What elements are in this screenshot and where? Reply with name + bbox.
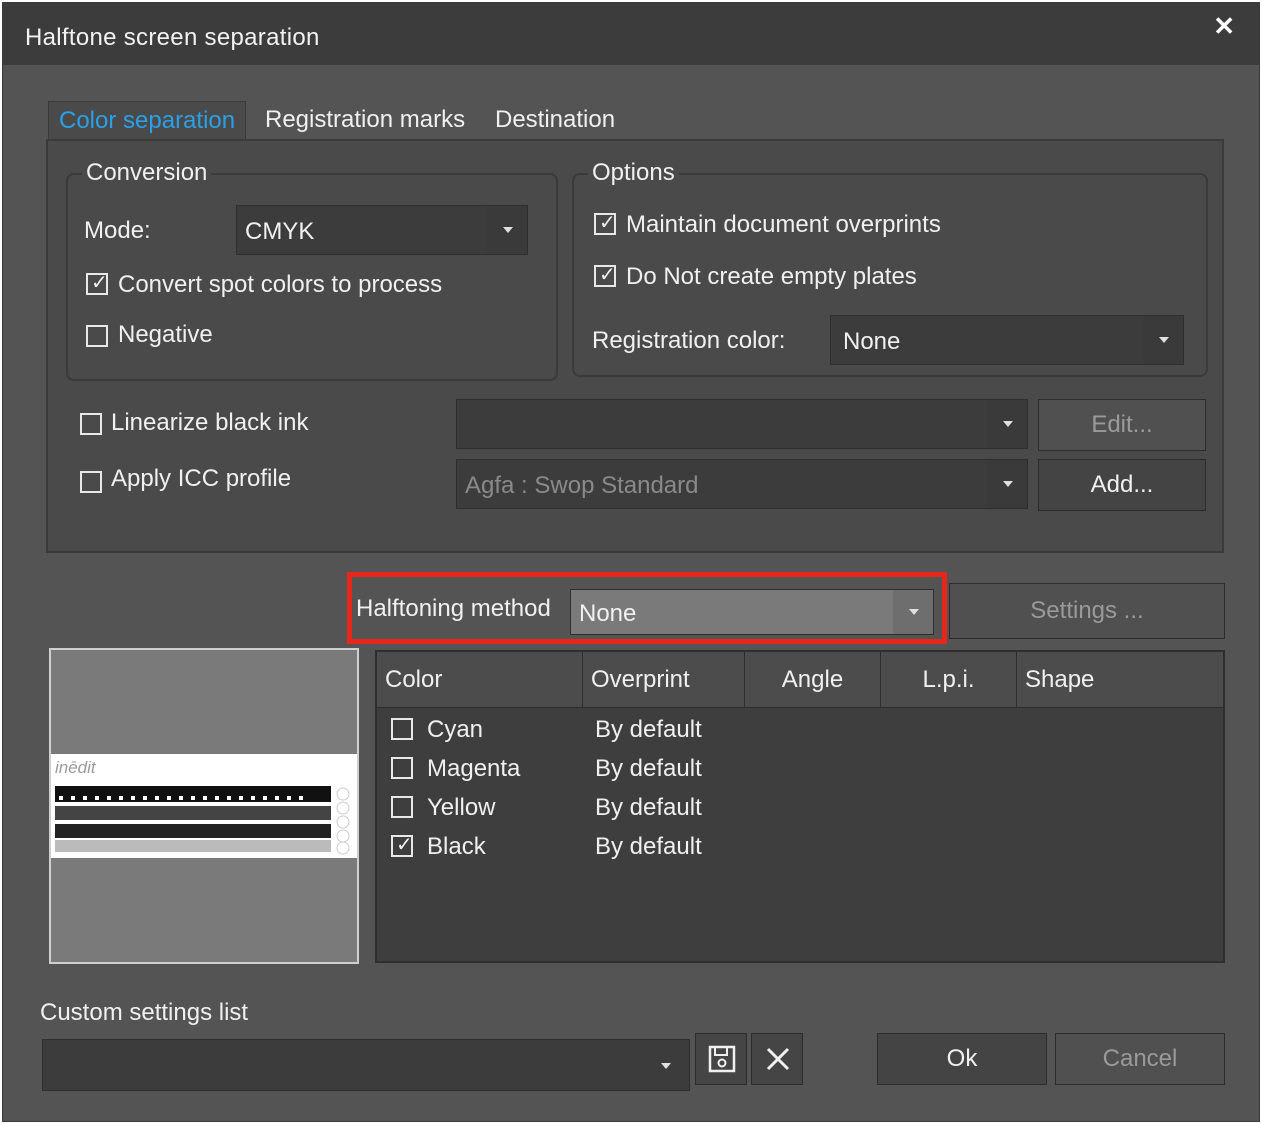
halftone-dialog: Halftone screen separation ✕ Color separ… [2, 2, 1260, 1122]
icc-label: Apply ICC profile [111, 465, 292, 492]
ok-button[interactable]: Ok [877, 1033, 1047, 1085]
registration-color-value: None [843, 328, 901, 355]
registration-color-select[interactable]: None [830, 315, 1184, 365]
plate-color-name: Yellow [427, 794, 496, 821]
checkmark-icon: ✓ [599, 212, 616, 234]
color-plates-table[interactable]: Color Overprint Angle L.p.i. Shape Cyan … [375, 650, 1225, 963]
maintain-overprints-label: Maintain document overprints [626, 211, 941, 238]
plate-overprint: By default [595, 716, 702, 743]
preview-strip: inēdit [51, 754, 357, 858]
custom-settings-select[interactable] [42, 1039, 690, 1091]
tab-color-separation[interactable]: Color separation [48, 101, 247, 141]
settings-button[interactable]: Settings ... [949, 583, 1225, 639]
checkmark-icon: ✓ [91, 272, 108, 294]
column-header-overprint[interactable]: Overprint [583, 652, 745, 708]
checkmark-icon: ✓ [599, 264, 616, 286]
cancel-button[interactable]: Cancel [1055, 1033, 1225, 1085]
custom-settings-label: Custom settings list [40, 999, 249, 1026]
column-header-color[interactable]: Color [377, 652, 583, 708]
linearize-checkbox[interactable] [80, 413, 102, 435]
mode-select[interactable]: CMYK [236, 205, 528, 255]
chevron-down-icon [893, 590, 933, 634]
plate-overprint: By default [595, 833, 702, 860]
linearize-label: Linearize black ink [111, 409, 309, 436]
separation-preview: inēdit [49, 648, 359, 964]
delete-settings-button[interactable] [751, 1033, 803, 1085]
plate-color-name: Cyan [427, 716, 484, 743]
add-button[interactable]: Add... [1038, 459, 1206, 511]
halftoning-method-value: None [579, 600, 637, 627]
plate-checkbox-cyan[interactable] [391, 718, 413, 740]
table-row[interactable]: Magenta By default [377, 751, 1223, 790]
icc-profile-select[interactable]: Agfa : Swop Standard [456, 459, 1028, 509]
chevron-down-icon [987, 400, 1027, 448]
title-bar: Halftone screen separation ✕ [3, 3, 1259, 65]
table-row[interactable]: ✓ Black By default [377, 829, 1223, 868]
close-icon[interactable]: ✕ [1213, 11, 1235, 42]
halftone-pattern-graphic [55, 786, 350, 855]
no-empty-plates-label: Do Not create empty plates [626, 263, 917, 290]
registration-color-label: Registration color: [592, 327, 786, 354]
options-group-label: Options [588, 159, 679, 187]
column-header-lpi[interactable]: L.p.i. [881, 652, 1017, 708]
save-icon [708, 1045, 736, 1073]
conversion-group: Conversion Mode: CMYK ✓ Convert spot col… [66, 159, 558, 381]
column-header-shape[interactable]: Shape [1017, 652, 1223, 708]
negative-label: Negative [118, 321, 213, 348]
save-settings-button[interactable] [695, 1033, 747, 1085]
linearize-select[interactable] [456, 399, 1028, 449]
plate-color-name: Black [427, 833, 486, 860]
mode-label: Mode: [84, 217, 151, 244]
convert-spot-checkbox[interactable]: ✓ [86, 272, 108, 295]
edit-button[interactable]: Edit... [1038, 399, 1206, 451]
chevron-down-icon [987, 460, 1027, 508]
tab-registration-marks[interactable]: Registration marks [255, 101, 475, 141]
plate-color-name: Magenta [427, 755, 521, 782]
plate-checkbox-black[interactable]: ✓ [391, 834, 413, 857]
window-title: Halftone screen separation [25, 24, 320, 51]
column-header-angle[interactable]: Angle [745, 652, 881, 708]
plate-overprint: By default [595, 755, 702, 782]
chevron-down-icon [1143, 316, 1183, 364]
negative-checkbox[interactable] [86, 325, 108, 347]
icc-checkbox[interactable] [80, 471, 102, 493]
no-empty-plates-checkbox[interactable]: ✓ [594, 264, 616, 287]
halftoning-method-select[interactable]: None [570, 589, 934, 635]
color-separation-panel: Conversion Mode: CMYK ✓ Convert spot col… [46, 139, 1224, 553]
mode-select-value: CMYK [245, 218, 315, 245]
table-header: Color Overprint Angle L.p.i. Shape [377, 652, 1223, 708]
convert-spot-label: Convert spot colors to process [118, 271, 443, 298]
table-row[interactable]: Cyan By default [377, 712, 1223, 751]
plate-overprint: By default [595, 794, 702, 821]
tab-destination[interactable]: Destination [485, 101, 625, 141]
conversion-group-label: Conversion [82, 159, 212, 187]
maintain-overprints-checkbox[interactable]: ✓ [594, 212, 616, 235]
icc-profile-value: Agfa : Swop Standard [465, 472, 699, 499]
plate-checkbox-magenta[interactable] [391, 757, 413, 779]
options-group: Options ✓ Maintain document overprints ✓… [572, 159, 1208, 377]
delete-icon [766, 1047, 790, 1071]
table-row[interactable]: Yellow By default [377, 790, 1223, 829]
plate-checkbox-yellow[interactable] [391, 796, 413, 818]
halftoning-method-label: Halftoning method [356, 595, 551, 622]
checkmark-icon: ✓ [396, 834, 413, 856]
chevron-down-icon [487, 206, 527, 254]
